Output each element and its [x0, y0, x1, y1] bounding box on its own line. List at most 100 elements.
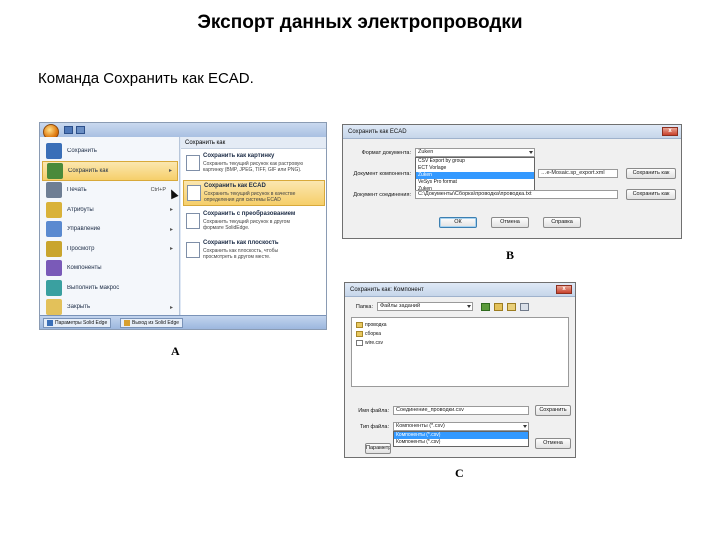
list-item[interactable]: wire.csv — [356, 340, 383, 346]
dialog-title: Сохранить как: Компонент — [350, 287, 424, 293]
components-icon — [46, 260, 62, 276]
new-folder-icon[interactable] — [507, 303, 516, 311]
menu-item-shortcut: Ctrl+P — [150, 187, 166, 193]
save-as-ecad-dialog: Сохранить как ECAD x Формат документа: Z… — [342, 124, 682, 239]
dropdown-option[interactable]: Zuken — [416, 172, 534, 179]
up-folder-icon[interactable] — [494, 303, 503, 311]
menu-item[interactable]: Закрыть ▸ — [42, 297, 178, 317]
component-save-as-button[interactable]: Сохранить как — [626, 168, 676, 179]
wiring-doc-field[interactable]: C:\Документы\Сборка\проводка\проводка.tx… — [415, 190, 618, 199]
submenu-item-description: определения для системы ECAD — [204, 197, 281, 203]
save-button[interactable]: Сохранить — [535, 405, 571, 416]
print-icon — [46, 182, 62, 198]
dropdown-option[interactable]: ECT Vorlage — [416, 165, 534, 172]
exit-button-label: Выход из Solid Edge — [132, 320, 180, 326]
file-list: проводка сборка wire.csv — [351, 317, 569, 387]
dialog-title: Сохранить как ECAD — [348, 129, 407, 135]
figure-label-c: C — [455, 466, 464, 480]
filetype-dropdown-list: Компоненты (*.csv) Компоненты (*.csv) — [393, 431, 529, 447]
menu-item-label: Просмотр — [67, 245, 95, 252]
options-icon — [47, 320, 53, 326]
menu-item-label: Сохранить — [67, 148, 97, 154]
menu-item[interactable]: Атрибуты ▸ — [42, 200, 178, 220]
folder-icon — [356, 331, 363, 337]
options-button[interactable]: Параметры — [365, 443, 391, 454]
slide-subtitle: Команда Сохранить как ECAD. — [38, 70, 254, 87]
filename-field[interactable]: Соединение_проводки.csv — [393, 406, 529, 415]
cancel-button[interactable]: Отмена — [535, 438, 571, 449]
chevron-right-icon: ▸ — [169, 168, 173, 174]
list-item[interactable]: сборка — [356, 331, 381, 337]
close-icon[interactable]: x — [556, 285, 572, 294]
chevron-right-icon: ▸ — [170, 304, 174, 311]
chevron-down-icon — [467, 305, 471, 308]
chevron-down-icon — [529, 151, 533, 154]
filetype-select-value: Компоненты (*.csv) — [396, 423, 445, 429]
close-doc-icon — [46, 299, 62, 315]
wiring-save-as-button[interactable]: Сохранить как — [626, 189, 676, 200]
undo-icon[interactable] — [76, 126, 85, 134]
exit-button[interactable]: Выход из Solid Edge — [120, 318, 184, 328]
filetype-label: Тип файла: — [359, 424, 389, 430]
save-as-icon — [47, 162, 63, 179]
list-item[interactable]: проводка — [356, 322, 387, 328]
view-icon — [46, 240, 62, 257]
format-dropdown-list: CSV Export by group ECT Vorlage Zuken VeSys… — [415, 157, 535, 194]
menu-footer: Параметры Solid Edge Выход из Solid Edge — [40, 315, 326, 329]
menu-item-label: Атрибуты — [67, 206, 94, 213]
format-select[interactable]: Zuken — [415, 148, 535, 157]
filetype-select[interactable]: Компоненты (*.csv) — [393, 422, 529, 431]
save-as-file-dialog: Сохранить как: Компонент x Папка: Файлы … — [344, 282, 576, 458]
component-doc-field[interactable]: …e-Mosaic.sp_export.xml — [538, 169, 618, 178]
menu-item[interactable]: Сохранить как ▸ — [42, 160, 178, 181]
list-item-label: wire.csv — [365, 340, 384, 346]
dropdown-option[interactable]: Компоненты (*.csv) — [394, 439, 528, 446]
macro-icon — [46, 279, 62, 296]
dialog-titlebar: Сохранить как: Компонент x — [345, 283, 575, 297]
exit-icon — [124, 320, 130, 326]
submenu-item-title: Сохранить с преобразованием — [203, 211, 296, 217]
menu-item[interactable]: Выполнить макрос — [42, 278, 178, 298]
submenu-item[interactable]: Сохранить как плоскость Сохранить как пло… — [183, 238, 325, 264]
menu-item-label: Компоненты — [67, 265, 102, 271]
folder-select[interactable]: Файлы заданий — [377, 302, 473, 311]
dialog-titlebar: Сохранить как ECAD x — [343, 125, 681, 139]
submenu-item[interactable]: Сохранить как картинку Сохранить текущий … — [183, 151, 325, 177]
component-doc-label: Документ компонента: — [353, 171, 411, 177]
save-icon[interactable] — [64, 126, 73, 134]
ok-button[interactable]: ОК — [439, 217, 477, 228]
chevron-right-icon: ▸ — [170, 226, 174, 233]
document-icon — [186, 213, 200, 229]
slide-title: Экспорт данных электропроводки — [197, 12, 523, 33]
dropdown-option[interactable]: VeSys Pro format — [416, 179, 534, 186]
submenu-item[interactable]: Сохранить с преобразованием Сохранить тек… — [183, 209, 325, 235]
application-menu: Сохранить Сохранить как ▸ Печать Ctrl+P Атриб… — [40, 137, 180, 317]
help-button[interactable]: Справка — [543, 217, 581, 228]
folder-select-value: Файлы заданий — [380, 303, 421, 309]
menu-item[interactable]: Управление ▸ — [42, 219, 178, 239]
menu-item[interactable]: Компоненты — [42, 258, 178, 278]
back-icon[interactable] — [481, 303, 490, 311]
submenu-item[interactable]: Сохранить как ECAD Сохранить текущий рису… — [183, 180, 325, 206]
folder-label: Папка: — [355, 304, 373, 310]
close-icon[interactable]: x — [662, 127, 678, 136]
menu-item-label: Закрыть — [67, 304, 91, 310]
menu-item[interactable]: Просмотр ▸ — [42, 239, 178, 259]
dropdown-option[interactable]: Компоненты (*.csv) — [394, 432, 528, 439]
submenu-item-title: Сохранить как плоскость — [203, 240, 279, 246]
menu-item-label: Выполнить макрос — [67, 284, 120, 291]
menu-item[interactable]: Печать Ctrl+P — [42, 180, 178, 200]
cancel-button[interactable]: Отмена — [491, 217, 529, 228]
figure-label-b: B — [506, 248, 515, 262]
document-icon — [187, 185, 201, 201]
menu-item[interactable]: Сохранить — [42, 141, 178, 161]
wiring-doc-label: Документ соединения: — [353, 192, 411, 198]
options-button[interactable]: Параметры Solid Edge — [43, 318, 112, 328]
submenu-item-description: картинку (BMP, JPEG, TIFF, GIF или PNG). — [203, 167, 302, 173]
submenu-item-description: формате SolidEdge. — [203, 225, 250, 231]
view-menu-icon[interactable] — [520, 303, 529, 311]
application-menu-screenshot: Сохранить Сохранить как ▸ Печать Ctrl+P Атриб… — [39, 122, 327, 330]
list-item-label: сборка — [365, 331, 382, 337]
dropdown-option[interactable]: CSV Export by group — [416, 158, 534, 165]
menu-item-label: Управление — [67, 226, 101, 232]
